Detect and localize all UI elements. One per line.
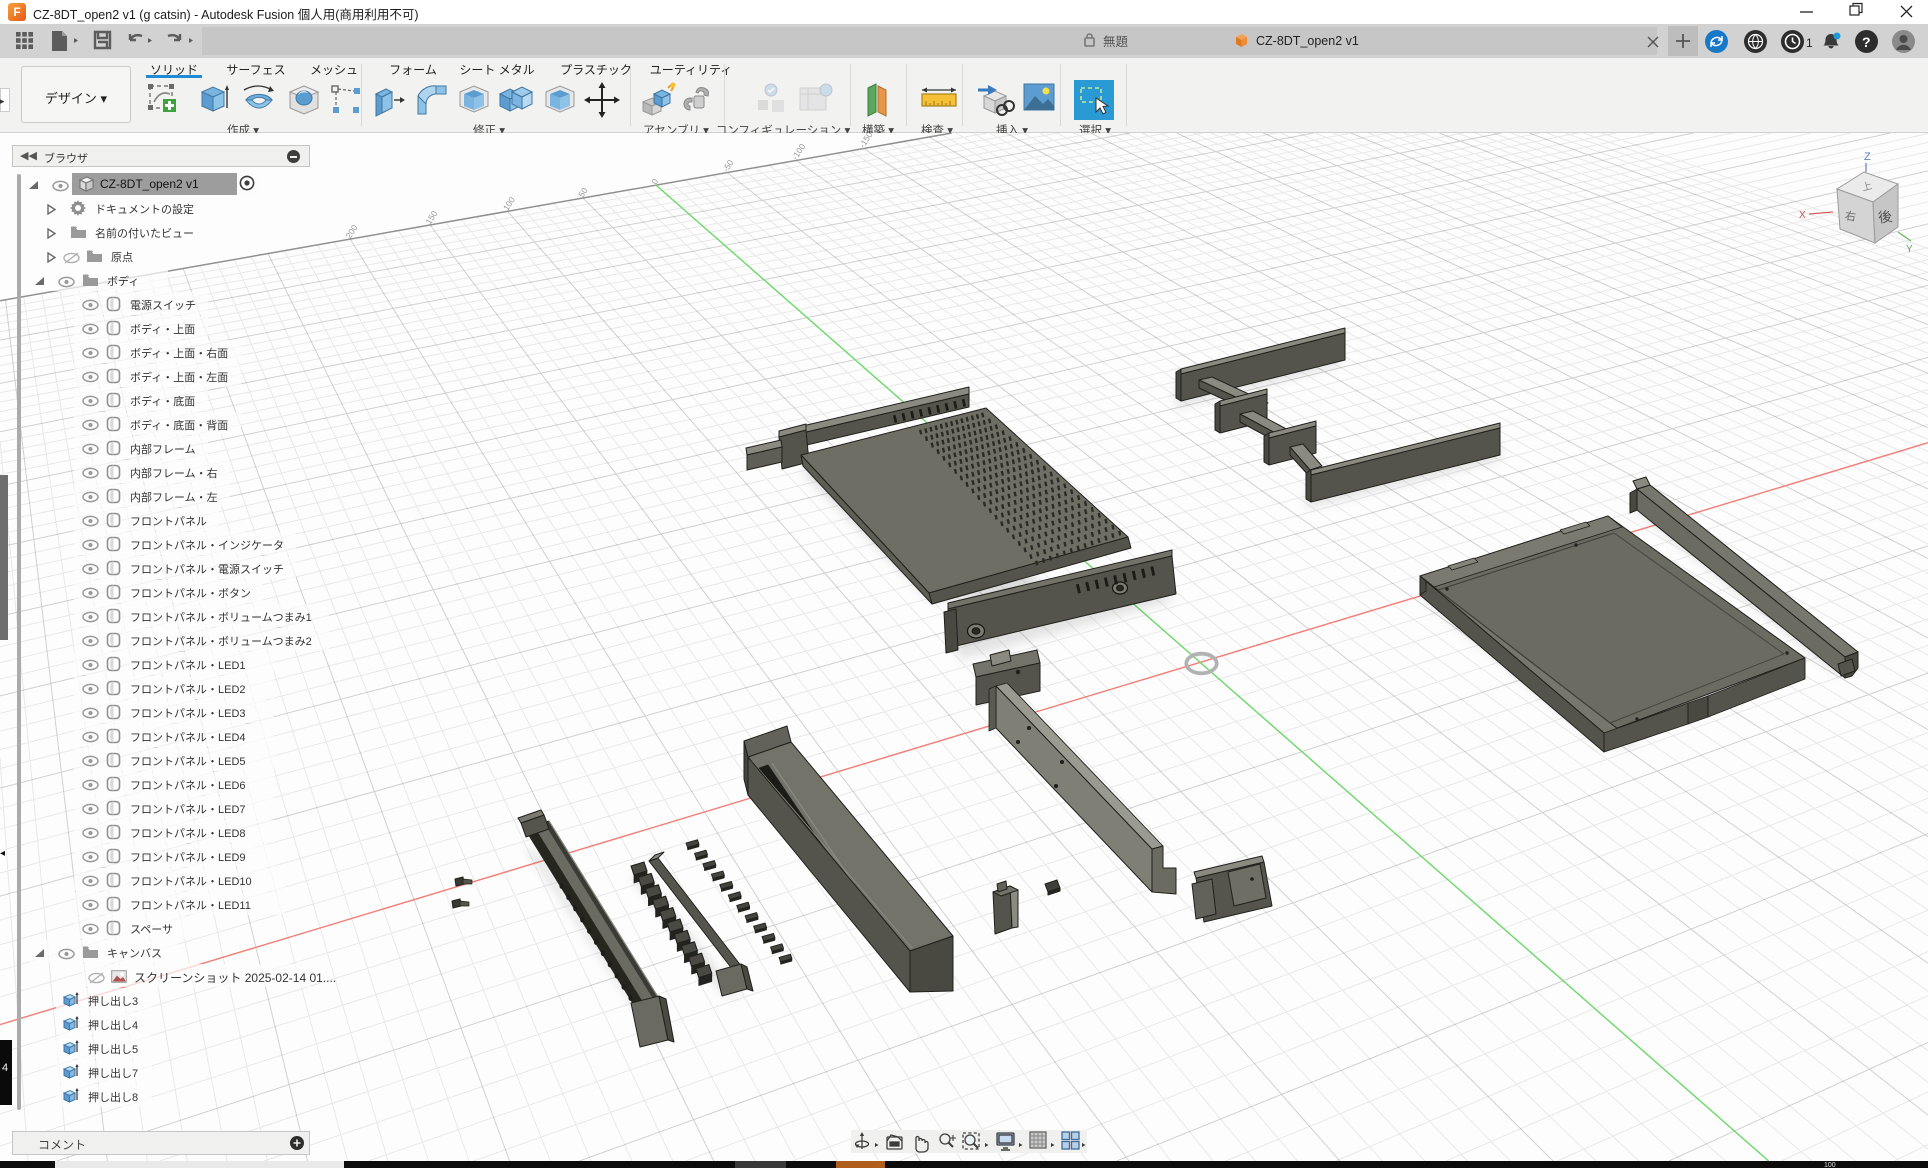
svg-text:X: X [1799, 210, 1806, 221]
svg-text:?: ? [1862, 34, 1871, 50]
svg-text:無題: 無題 [1103, 34, 1129, 49]
svg-text:右: 右 [1844, 208, 1857, 223]
svg-text:Z: Z [1864, 151, 1871, 163]
svg-text:後: 後 [1877, 208, 1893, 226]
svg-text:Y: Y [1906, 244, 1913, 255]
